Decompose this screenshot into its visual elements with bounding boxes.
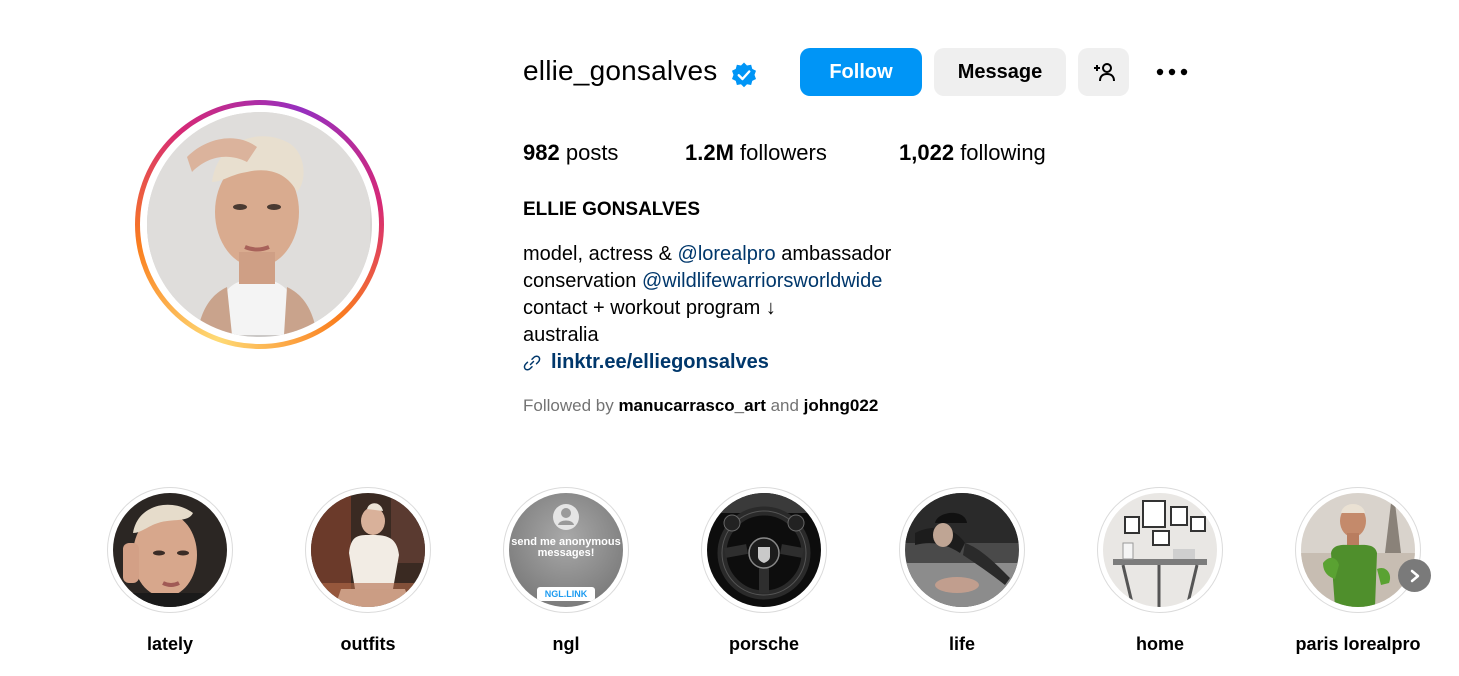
posts-label: posts (565, 140, 619, 165)
highlight-label: outfits (340, 634, 396, 654)
bio-line-1: model, actress & @lorealpro ambassador (523, 243, 891, 266)
highlight-cover: send me anonymous messages! NGL.LINK (509, 493, 623, 607)
highlight-label: ngl (552, 634, 580, 654)
follower-manucarrasco[interactable]: manucarrasco_art (618, 396, 765, 415)
followers-label: followers (740, 140, 827, 165)
username: ellie_gonsalves (523, 55, 718, 86)
posts-count: 982 (523, 140, 560, 165)
profile-avatar[interactable] (135, 100, 384, 349)
profile-page: ellie_gonsalves Follow Message 982 posts… (0, 0, 1459, 676)
chevron-right-icon (1410, 569, 1419, 582)
mention-link-lorealpro[interactable]: @lorealpro (678, 243, 776, 265)
followed-by-conjunction: and (765, 396, 804, 415)
highlight-cover (1301, 493, 1415, 607)
highlight-home[interactable]: home (1097, 487, 1223, 654)
highlight-porsche[interactable]: porsche (701, 487, 827, 654)
suggest-users-button[interactable] (1078, 48, 1129, 96)
followers-count: 1.2M (685, 140, 734, 165)
ngl-overlay-text: send me anonymous messages! (511, 536, 621, 559)
highlight-paris-lorealpro[interactable]: paris lorealpro (1295, 487, 1421, 654)
bio-line-3: contact + workout program ↓ (523, 297, 776, 319)
full-name: ELLIE GONSALVES (523, 199, 701, 220)
link-icon (523, 354, 541, 371)
highlight-outfits[interactable]: outfits (305, 487, 431, 654)
following-stat[interactable]: 1,022 following (899, 140, 1046, 166)
bio-link[interactable]: linktr.ee/elliegonsalves (523, 351, 769, 374)
bio-text: model, actress & (523, 243, 678, 265)
ellipsis-icon (1156, 68, 1188, 76)
bio-line-2: conservation @wildlifewarriorsworldwide (523, 270, 882, 293)
follower-johng[interactable]: johng022 (804, 396, 879, 415)
highlight-cover (311, 493, 425, 607)
follow-button[interactable]: Follow (800, 48, 922, 96)
highlight-cover (1103, 493, 1217, 607)
avatar-photo (147, 112, 372, 337)
highlight-label: paris lorealpro (1295, 634, 1421, 654)
highlight-label: porsche (728, 634, 800, 654)
bio-link-text[interactable]: linktr.ee/elliegonsalves (551, 351, 769, 374)
highlight-ngl[interactable]: send me anonymous messages! NGL.LINK ngl (503, 487, 629, 654)
highlight-label: life (948, 634, 975, 654)
bio-line-4: australia (523, 324, 599, 346)
ngl-badge: NGL.LINK (537, 587, 595, 601)
followed-by-prefix: Followed by (523, 396, 619, 415)
bio-text: ambassador (775, 243, 892, 265)
highlight-label: lately (146, 634, 194, 654)
following-count: 1,022 (899, 140, 955, 165)
following-label: following (960, 140, 1046, 165)
highlight-label: home (1135, 634, 1184, 654)
highlight-lately[interactable]: lately (107, 487, 233, 654)
mention-link-wildlifewarriors[interactable]: @wildlifewarriorsworldwide (642, 270, 882, 292)
highlight-cover (905, 493, 1019, 607)
bio-text: conservation (523, 270, 642, 292)
person-plus-icon (1093, 63, 1115, 82)
message-button[interactable]: Message (934, 48, 1066, 96)
followed-by[interactable]: Followed by manucarrasco_art and johng02… (523, 396, 878, 416)
highlight-cover (707, 493, 821, 607)
highlight-cover (113, 493, 227, 607)
more-options-button[interactable] (1150, 56, 1194, 88)
posts-stat: 982 posts (523, 140, 618, 166)
followers-stat[interactable]: 1.2M followers (685, 140, 827, 166)
highlights-next-button[interactable] (1398, 559, 1431, 592)
highlight-life[interactable]: life (899, 487, 1025, 654)
verified-badge-icon (732, 62, 756, 88)
